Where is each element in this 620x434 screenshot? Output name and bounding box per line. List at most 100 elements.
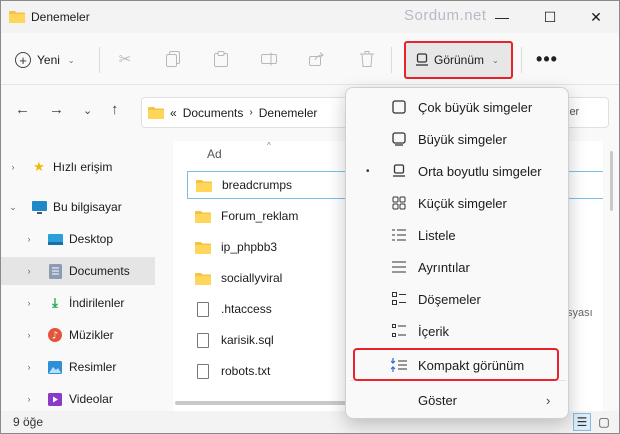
content-icon <box>390 322 408 340</box>
menu-item-extra-large-icons[interactable]: Çok büyük simgeler <box>350 92 566 122</box>
file-icon <box>197 332 209 348</box>
item-count: 9 öğe <box>13 415 44 429</box>
nav-item-label: Hızlı erişim <box>53 160 113 174</box>
view-button-label: Görünüm <box>434 53 485 67</box>
new-button[interactable]: + Yeni ⌄ <box>15 47 75 73</box>
nav-item-label: Desktop <box>69 232 114 246</box>
chevron-right-icon: › <box>546 392 551 408</box>
file-name: breadcrumps <box>222 178 293 192</box>
nav-item-documents[interactable]: › Documents <box>1 257 155 285</box>
share-icon[interactable] <box>307 49 327 69</box>
column-cut-text: syası <box>567 307 593 319</box>
menu-item-label: Göster <box>418 392 458 408</box>
menu-item-label: Döşemeler <box>418 291 481 307</box>
column-header-name[interactable]: Ad <box>207 147 222 161</box>
nav-item-label: İndirilenler <box>69 296 125 310</box>
nav-item-label: Bu bilgisayar <box>53 200 122 214</box>
toolbar-divider <box>391 47 392 73</box>
nav-item-label: Documents <box>69 264 130 278</box>
chevron-right-icon[interactable]: › <box>17 362 41 372</box>
delete-icon[interactable] <box>357 49 377 69</box>
nav-item-downloads[interactable]: › ⤓ İndirilenler <box>1 289 155 317</box>
menu-item-show[interactable]: Göster › <box>350 385 566 415</box>
explorer-window: Denemeler Sordum.net — ☐ ✕ + Yeni ⌄ ✂ Gö… <box>0 0 620 434</box>
chevron-down-icon[interactable]: ⌄ <box>1 202 25 213</box>
file-name: .htaccess <box>221 302 272 316</box>
nav-pane-scrollbar[interactable] <box>159 141 173 411</box>
more-options-button[interactable]: ••• <box>535 47 559 71</box>
recent-chevron-icon[interactable]: ⌄ <box>83 104 92 117</box>
chevron-down-icon: ⌄ <box>67 55 75 65</box>
horizontal-scrollbar[interactable] <box>175 401 355 405</box>
cut-icon[interactable]: ✂ <box>115 49 135 69</box>
title-bar: Denemeler Sordum.net — ☐ ✕ <box>1 1 619 33</box>
nav-item-quick-access[interactable]: › ★ Hızlı erişim <box>1 153 155 181</box>
chevron-right-icon[interactable]: › <box>17 330 41 340</box>
menu-item-label: İçerik <box>418 323 450 339</box>
close-button[interactable]: ✕ <box>573 1 619 33</box>
nav-item-videos[interactable]: › Videolar <box>1 385 155 413</box>
large-icons-icon <box>390 130 408 148</box>
tiles-icon <box>390 290 408 308</box>
documents-icon <box>47 263 63 279</box>
back-arrow-icon[interactable]: ← <box>15 101 30 118</box>
details-view-toggle[interactable]: ☰ <box>573 413 591 431</box>
chevron-right-icon[interactable]: › <box>17 234 41 244</box>
nav-item-this-pc[interactable]: ⌄ Bu bilgisayar <box>1 193 155 221</box>
monitor-icon <box>416 53 428 67</box>
nav-item-desktop[interactable]: › Desktop <box>1 225 155 253</box>
menu-item-tiles[interactable]: Döşemeler <box>350 284 566 314</box>
chevron-right-icon[interactable]: › <box>17 298 41 308</box>
paste-icon[interactable] <box>211 49 231 69</box>
menu-item-large-icons[interactable]: Büyük simgeler <box>350 124 566 154</box>
nav-item-music[interactable]: › ♪ Müzikler <box>1 321 155 349</box>
file-name: Forum_reklam <box>221 209 299 223</box>
menu-item-label: Ayrıntılar <box>418 259 470 275</box>
chevron-right-icon[interactable]: › <box>17 394 41 404</box>
videos-icon <box>47 391 63 407</box>
breadcrumb-documents[interactable]: Documents <box>183 106 244 120</box>
up-arrow-icon[interactable]: ↑ <box>111 101 119 118</box>
menu-item-details[interactable]: Ayrıntılar <box>350 252 566 282</box>
folder-icon <box>9 10 25 23</box>
tiles-view-toggle[interactable]: ▢ <box>595 413 613 431</box>
selected-bullet-icon: • <box>366 165 370 177</box>
toolbar-divider <box>521 47 522 73</box>
list-icon <box>390 226 408 244</box>
extra-large-icons-icon <box>390 98 408 116</box>
minimize-button[interactable]: — <box>479 1 525 33</box>
menu-item-list[interactable]: Listele <box>350 220 566 250</box>
vertical-scrollbar[interactable] <box>603 141 619 411</box>
desktop-icon <box>47 231 63 247</box>
rename-icon[interactable] <box>259 49 279 69</box>
view-button[interactable]: Görünüm ⌄ <box>404 41 513 79</box>
command-bar: + Yeni ⌄ ✂ Görünüm ⌄ ••• <box>1 33 619 85</box>
svg-text:♪: ♪ <box>52 331 58 342</box>
nav-item-label: Müzikler <box>69 328 114 342</box>
menu-item-small-icons[interactable]: Küçük simgeler <box>350 188 566 218</box>
scrollbar-thumb[interactable] <box>610 151 613 211</box>
chevron-right-icon[interactable]: › <box>17 266 41 276</box>
file-name: robots.txt <box>221 364 271 378</box>
folder-icon <box>195 241 211 254</box>
pictures-icon <box>47 359 63 375</box>
star-icon: ★ <box>33 159 45 174</box>
forward-arrow-icon[interactable]: → <box>49 101 64 118</box>
chevron-right-icon[interactable]: › <box>1 162 25 172</box>
folder-icon <box>195 272 211 285</box>
music-icon: ♪ <box>47 327 63 343</box>
menu-item-label: Orta boyutlu simgeler <box>418 163 542 179</box>
menu-item-content[interactable]: İçerik <box>350 316 566 346</box>
breadcrumb-denemeler[interactable]: Denemeler <box>259 106 318 120</box>
file-icon <box>197 363 209 379</box>
computer-icon <box>31 199 47 215</box>
window-title: Denemeler <box>31 10 90 24</box>
breadcrumb-overflow[interactable]: « <box>170 106 177 120</box>
download-icon: ⤓ <box>52 295 58 310</box>
menu-item-medium-icons[interactable]: • Orta boyutlu simgeler <box>350 156 566 186</box>
maximize-button[interactable]: ☐ <box>527 1 573 33</box>
menu-item-label: Büyük simgeler <box>418 131 507 147</box>
nav-item-pictures[interactable]: › Resimler <box>1 353 155 381</box>
nav-item-label: Resimler <box>69 360 117 374</box>
copy-icon[interactable] <box>163 49 183 69</box>
